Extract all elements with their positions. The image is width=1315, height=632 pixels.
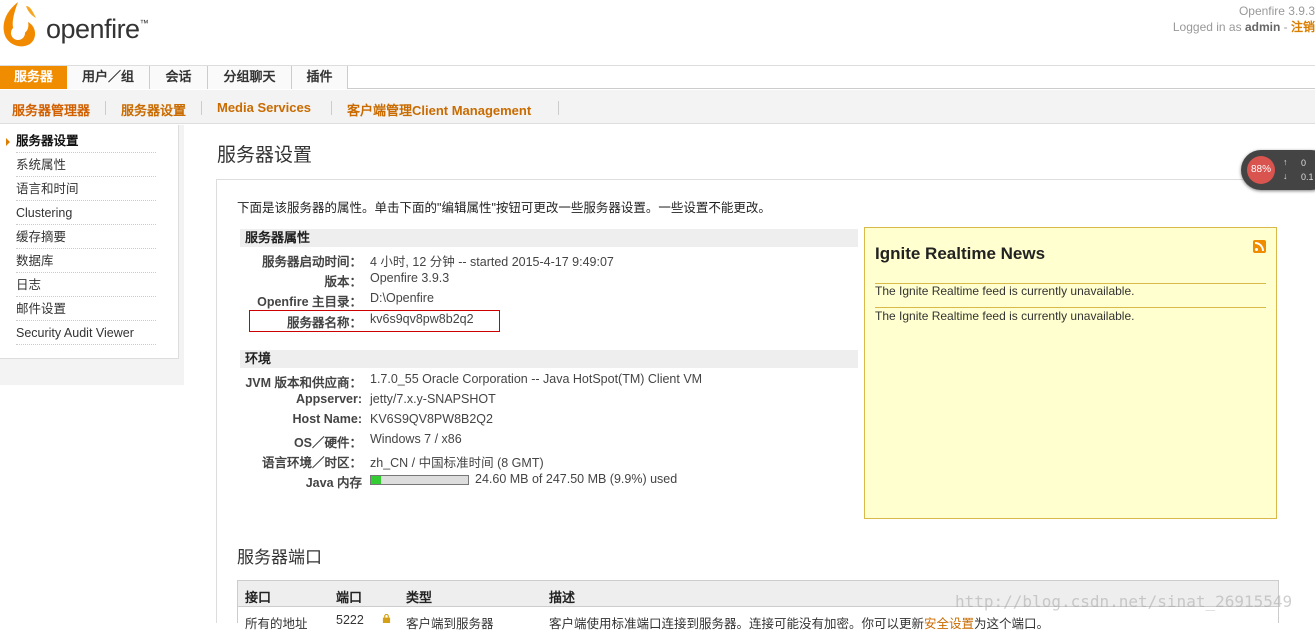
prop-label: Openfire 主目录： <box>257 295 362 309</box>
prop-label: 版本： <box>324 275 362 289</box>
env-value: zh_CN / 中国标准时间 (8 GMT) <box>370 456 544 470</box>
ports-title: 服务器端口 <box>237 548 322 567</box>
env-label: 语言环境／时区： <box>261 456 362 470</box>
login-status: Logged in as admin - 注销 <box>1172 20 1315 34</box>
tab-sessions[interactable]: 会话 <box>150 66 208 89</box>
sidebar-item-system-properties[interactable]: 系统属性 <box>16 153 156 177</box>
main-nav: 服务器 用户／组 会话 分组聊天 插件 <box>0 65 1315 89</box>
subtab-divider <box>558 101 559 115</box>
lock-icon <box>382 614 391 623</box>
news-item: The Ignite Realtime feed is currently un… <box>875 309 1135 323</box>
col-interface: 接口 <box>245 590 272 605</box>
subtab-divider <box>201 101 202 115</box>
page-title: 服务器设置 <box>217 145 313 166</box>
openfire-logo-icon[interactable] <box>0 0 38 50</box>
news-divider <box>875 307 1266 308</box>
news-panel: Ignite Realtime News The Ignite Realtime… <box>864 227 1277 519</box>
download-value: 0.1 <box>1301 172 1314 182</box>
env-value: 1.7.0_55 Oracle Corporation -- Java HotS… <box>370 372 703 386</box>
prop-label: 服务器启动时间： <box>261 255 362 269</box>
upload-value: 0 <box>1301 158 1307 168</box>
env-value: jetty/7.x.y-SNAPSHOT <box>370 392 496 406</box>
sidebar-item-server-settings[interactable]: 服务器设置 <box>16 129 156 153</box>
env-label: JVM 版本和供应商： <box>245 376 362 390</box>
logo-wordmark[interactable]: openfire™ <box>46 14 149 45</box>
sub-nav: 服务器管理器 服务器设置 Media Services 客户端管理Client … <box>0 90 1315 124</box>
username: admin <box>1244 20 1281 34</box>
active-arrow-icon <box>6 138 10 146</box>
prop-value: 4 小时, 12 分钟 -- started 2015-4-17 9:49:07 <box>370 255 614 269</box>
memory-bar-fill <box>371 476 381 484</box>
env-value: KV6S9QV8PW8B2Q2 <box>370 412 493 426</box>
server-props-heading: 服务器属性 <box>240 229 858 247</box>
env-label: Appserver: <box>296 392 362 406</box>
cpu-percent: 88% <box>1247 156 1275 184</box>
news-item: The Ignite Realtime feed is currently un… <box>875 284 1135 298</box>
sidebar-item-locale-time[interactable]: 语言和时间 <box>16 177 156 201</box>
server-name-highlight <box>249 310 500 332</box>
col-description: 描述 <box>549 590 576 605</box>
env-value: Windows 7 / x86 <box>370 432 462 446</box>
env-label: Java 内存 <box>305 476 362 490</box>
sidebar-item-cache-summary[interactable]: 缓存摘要 <box>16 225 156 249</box>
subtab-media-services[interactable]: Media Services <box>217 100 311 115</box>
col-type: 类型 <box>406 590 433 605</box>
environment-heading: 环境 <box>240 350 858 368</box>
watermark: http://blog.csdn.net/sinat_26915549 <box>955 592 1293 611</box>
memory-value: 24.60 MB of 247.50 MB (9.9%) used <box>475 472 678 486</box>
network-monitor-widget[interactable]: 88% ↑ 0 ↓ 0.1 <box>1241 150 1315 190</box>
security-settings-link[interactable]: 安全设置 <box>924 617 974 631</box>
logout-link[interactable]: 注销 <box>1291 20 1315 34</box>
header: openfire™ Openfire 3.9.3 Logged in as ad… <box>0 0 1315 64</box>
col-port: 端口 <box>336 590 363 605</box>
tab-users-groups[interactable]: 用户／组 <box>67 66 150 89</box>
tab-server[interactable]: 服务器 <box>0 66 67 89</box>
env-label: Host Name: <box>292 412 362 426</box>
subtab-divider <box>331 101 332 115</box>
port-number: 5222 <box>336 613 364 627</box>
version-label: Openfire 3.9.3 <box>1238 4 1315 18</box>
sidebar-item-clustering[interactable]: Clustering <box>16 201 156 225</box>
subtab-divider <box>105 101 106 115</box>
memory-bar <box>370 475 469 485</box>
download-arrow-icon: ↓ <box>1283 171 1288 181</box>
tab-group-chat[interactable]: 分组聊天 <box>208 66 292 89</box>
tab-plugins[interactable]: 插件 <box>292 66 348 89</box>
intro-text: 下面是该服务器的属性。单击下面的"编辑属性"按钮可更改一些服务器设置。一些设置不… <box>237 201 771 215</box>
subtab-client-management[interactable]: 客户端管理Client Management <box>347 100 531 119</box>
prop-value: D:\Openfire <box>370 291 434 305</box>
subtab-server-manager[interactable]: 服务器管理器 <box>12 100 90 119</box>
prop-value: Openfire 3.9.3 <box>370 271 450 285</box>
rss-icon[interactable] <box>1253 240 1266 253</box>
news-title: Ignite Realtime News <box>875 244 1046 263</box>
upload-arrow-icon: ↑ <box>1283 157 1288 167</box>
env-label: OS／硬件： <box>293 436 362 450</box>
subtab-server-settings[interactable]: 服务器设置 <box>121 100 186 119</box>
